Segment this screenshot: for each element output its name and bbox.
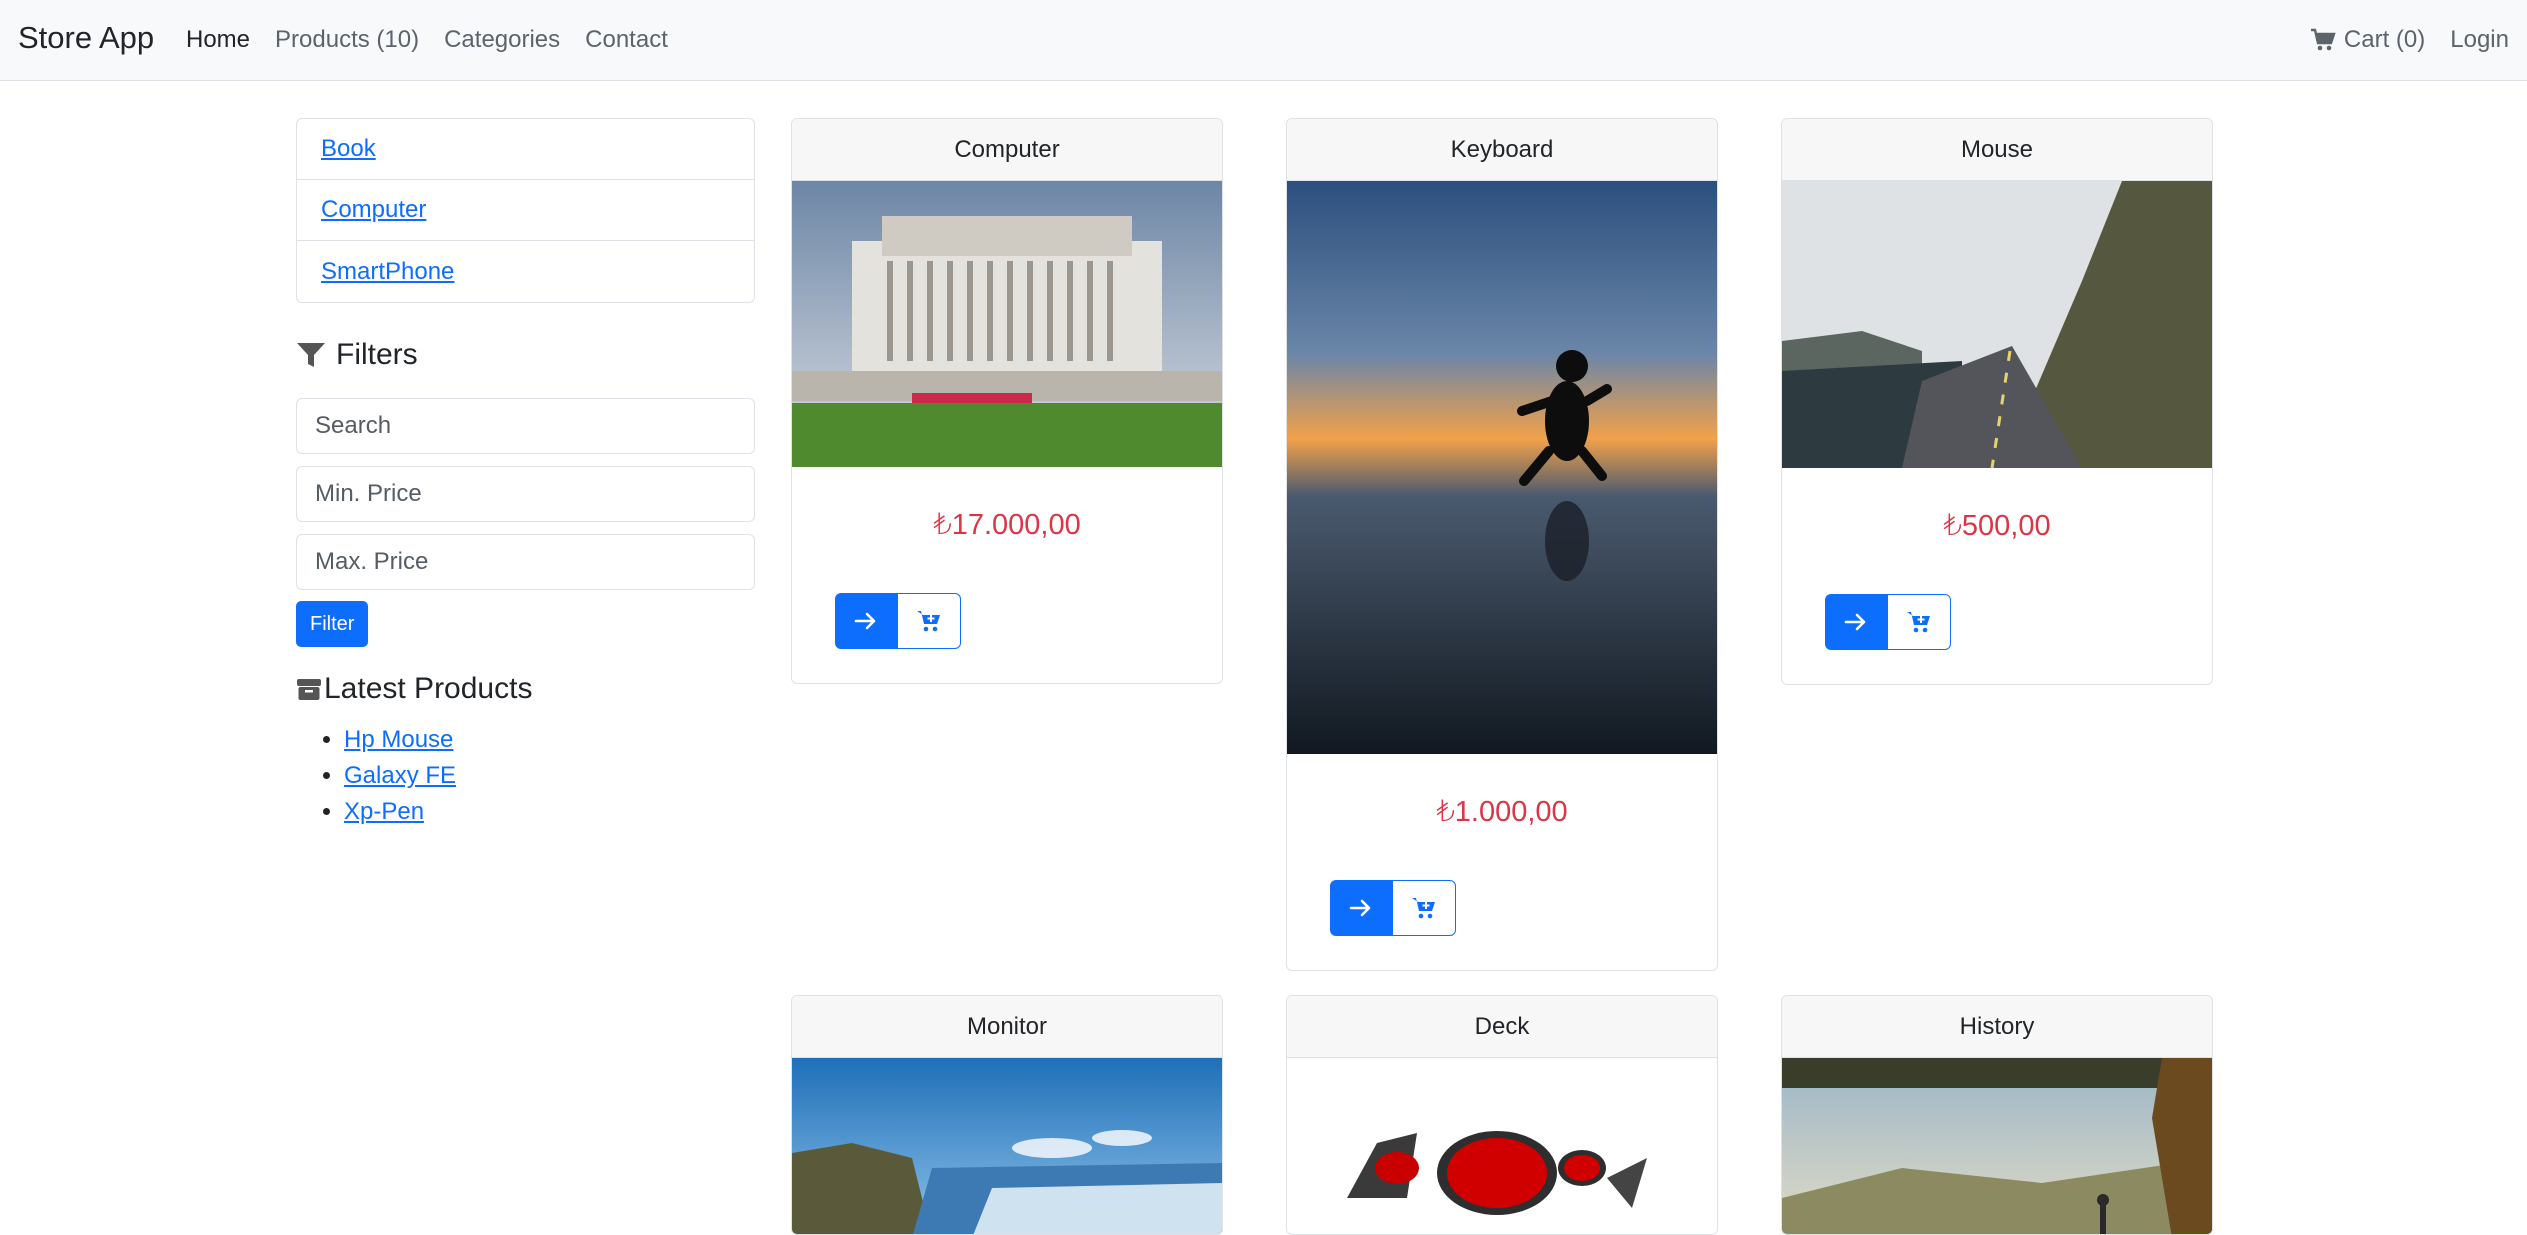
product-title: Keyboard: [1287, 119, 1717, 181]
filter-icon: [297, 343, 325, 367]
product-price: ₺1.000,00: [1436, 796, 1568, 828]
product-card: Mouse ₺500,00: [1781, 118, 2213, 685]
nav-home[interactable]: Home: [186, 26, 250, 54]
cart-link[interactable]: Cart (0): [2310, 26, 2425, 54]
product-card: Keyboard ₺1.000,00: [1286, 118, 1718, 971]
product-card: Monitor: [791, 995, 1223, 1235]
min-price-input[interactable]: [296, 466, 755, 522]
arrow-right-icon: [854, 612, 876, 630]
category-link-smartphone[interactable]: SmartPhone: [321, 258, 454, 286]
product-image[interactable]: [1287, 181, 1717, 754]
nav-contact[interactable]: Contact: [585, 26, 668, 54]
add-to-cart-button[interactable]: [1392, 880, 1456, 936]
latest-product-link[interactable]: Galaxy FE: [344, 762, 456, 789]
product-actions: [1825, 594, 1951, 650]
product-image[interactable]: [1782, 1058, 2212, 1235]
cart-label: Cart (0): [2343, 26, 2426, 53]
product-card: Deck: [1286, 995, 1718, 1235]
filters-heading: Filters: [296, 338, 418, 372]
product-image[interactable]: [1287, 1058, 1717, 1235]
product-image[interactable]: [792, 1058, 1222, 1235]
add-to-cart-button[interactable]: [1887, 594, 1951, 650]
product-price: ₺17.000,00: [933, 509, 1081, 541]
category-link-book[interactable]: Book: [321, 135, 376, 163]
cart-plus-icon: [1412, 898, 1435, 919]
product-title: Computer: [792, 119, 1222, 181]
search-input[interactable]: [296, 398, 755, 454]
login-link[interactable]: Login: [2450, 26, 2509, 54]
product-image[interactable]: [792, 181, 1222, 467]
category-link-computer[interactable]: Computer: [321, 196, 426, 224]
product-card: Computer ₺17.000,00: [791, 118, 1223, 684]
product-title: History: [1782, 996, 2212, 1058]
list-item: Xp-Pen: [344, 794, 456, 830]
cart-plus-icon: [917, 611, 940, 632]
product-actions: [835, 593, 961, 649]
view-product-button[interactable]: [1825, 594, 1887, 650]
navbar: Store App Home Products (10) Categories …: [0, 0, 2527, 81]
nav-links: Home Products (10) Categories Contact: [186, 26, 693, 54]
nav-right: Cart (0) Login: [2285, 26, 2509, 54]
category-list: Book Computer SmartPhone: [296, 118, 755, 303]
view-product-button[interactable]: [835, 593, 897, 649]
add-to-cart-button[interactable]: [897, 593, 961, 649]
list-item: Hp Mouse: [344, 722, 456, 758]
filters-title: Filters: [336, 338, 418, 371]
product-title: Deck: [1287, 996, 1717, 1058]
product-actions: [1330, 880, 1456, 936]
latest-product-link[interactable]: Xp-Pen: [344, 798, 424, 825]
category-item-book: Book: [297, 119, 754, 180]
category-item-smartphone: SmartPhone: [297, 241, 754, 302]
latest-products-list: Hp Mouse Galaxy FE Xp-Pen: [344, 722, 456, 830]
latest-products-title: Latest Products: [324, 672, 533, 705]
category-item-computer: Computer: [297, 180, 754, 241]
product-card: History: [1781, 995, 2213, 1235]
filter-button[interactable]: Filter: [296, 601, 369, 647]
cart-icon: [2310, 28, 2336, 51]
box-icon: [297, 679, 321, 700]
product-price: ₺500,00: [1943, 510, 2051, 542]
cart-plus-icon: [1907, 612, 1930, 633]
brand[interactable]: Store App: [18, 20, 154, 56]
product-title: Mouse: [1782, 119, 2212, 181]
latest-product-link[interactable]: Hp Mouse: [344, 726, 453, 753]
arrow-right-icon: [1844, 613, 1866, 631]
product-image[interactable]: [1782, 181, 2212, 468]
nav-categories[interactable]: Categories: [444, 26, 560, 54]
list-item: Galaxy FE: [344, 758, 456, 794]
product-title: Monitor: [792, 996, 1222, 1058]
latest-products-heading: Latest Products: [296, 672, 532, 706]
nav-products[interactable]: Products (10): [275, 26, 419, 54]
max-price-input[interactable]: [296, 534, 755, 590]
arrow-right-icon: [1349, 899, 1371, 917]
view-product-button[interactable]: [1330, 880, 1392, 936]
